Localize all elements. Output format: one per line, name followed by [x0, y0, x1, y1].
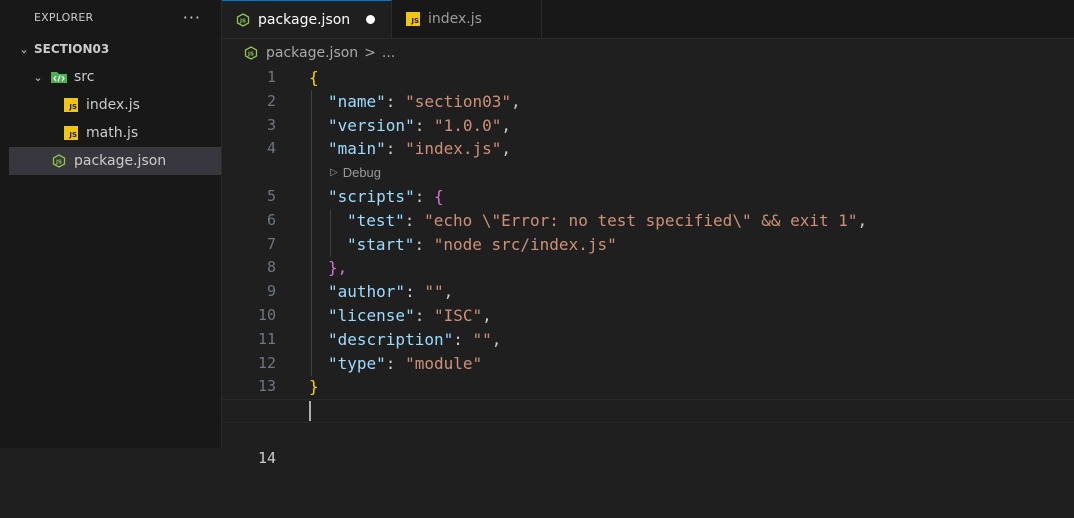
file-label: package.json	[74, 153, 167, 169]
tab-package-json[interactable]: JS package.json	[222, 0, 392, 38]
breadcrumb: JS package.json > ...	[222, 39, 1074, 67]
src-folder-label: src	[74, 69, 95, 85]
code-line: "version": "1.0.0",	[328, 115, 512, 135]
code-line: "author": "",	[328, 282, 454, 302]
breadcrumb-file[interactable]: package.json	[266, 45, 358, 61]
code-line: "main": "index.js",	[328, 139, 512, 159]
nodejs-file-icon: JS	[236, 12, 250, 27]
line-number: 7	[266, 234, 276, 253]
file-row-math-js[interactable]: JS math.js	[0, 119, 221, 147]
nodejs-file-icon: JS	[244, 46, 258, 60]
file-row-package-json[interactable]: JS package.json	[9, 147, 221, 175]
line-number: 4	[266, 139, 276, 158]
line-number: 2	[266, 91, 276, 110]
code-line: "test": "echo \"Error: no test specified…	[347, 210, 868, 230]
code-line: },	[328, 258, 348, 278]
chevron-down-icon: ⌄	[19, 42, 29, 56]
tab-index-js[interactable]: JS index.js	[392, 0, 542, 38]
editor-tab-bar: JS package.json JS index.js	[222, 0, 1074, 39]
section-folder-row[interactable]: ⌄ SECTION03	[0, 35, 221, 63]
source-folder-icon	[51, 72, 67, 83]
svg-text:JS: JS	[247, 52, 254, 58]
javascript-file-icon: JS	[406, 12, 420, 26]
code-line: "scripts": {	[328, 186, 444, 206]
line-number: 11	[257, 329, 276, 348]
line-number: 13	[257, 377, 276, 396]
code-line: "license": "ISC",	[328, 305, 492, 325]
play-icon: ▷	[330, 167, 338, 179]
file-label: math.js	[86, 125, 139, 141]
line-number: 9	[266, 282, 276, 301]
tab-label: package.json	[258, 11, 351, 28]
current-line: 14	[222, 399, 1074, 467]
line-number: 12	[257, 353, 276, 372]
line-number: 5	[266, 186, 276, 205]
codelens-label: Debug	[342, 165, 382, 181]
javascript-file-icon: JS	[64, 126, 78, 140]
debug-codelens[interactable]: ▷ Debug	[330, 161, 381, 185]
line-number: 14	[257, 448, 276, 467]
explorer-sidebar: EXPLORER ··· ⌄ SECTION03 ⌄ src JS index.…	[0, 0, 222, 448]
line-number: 6	[266, 210, 276, 229]
file-label: index.js	[86, 97, 140, 113]
code-line: }	[309, 377, 319, 397]
current-line-highlight	[222, 399, 1074, 423]
javascript-file-icon: JS	[64, 98, 78, 112]
svg-text:JS: JS	[239, 18, 246, 24]
svg-text:JS: JS	[55, 160, 62, 166]
line-number: 8	[266, 258, 276, 277]
line-number: 10	[257, 305, 276, 324]
line-number: 3	[266, 115, 276, 134]
text-cursor	[309, 401, 311, 422]
breadcrumb-symbols[interactable]: ...	[382, 45, 395, 61]
code-line: "start": "node src/index.js"	[347, 234, 617, 254]
section-title: SECTION03	[34, 42, 110, 56]
code-line: "name": "section03",	[328, 91, 521, 111]
code-line: {	[309, 68, 319, 87]
explorer-title: EXPLORER	[34, 11, 94, 24]
more-actions-icon[interactable]: ···	[183, 8, 201, 27]
src-folder-row[interactable]: ⌄ src	[0, 63, 221, 91]
tab-label: index.js	[428, 11, 482, 27]
unsaved-dot-icon[interactable]	[366, 15, 375, 24]
code-line: "description": "",	[328, 329, 502, 349]
code-editor[interactable]: 1 { 2 "name": "section03", 3 "version": "1.…	[222, 66, 1074, 467]
code-line: "type": "module"	[328, 353, 483, 373]
line-number: 1	[266, 68, 276, 86]
breadcrumb-separator: >	[364, 45, 376, 61]
explorer-header: EXPLORER ···	[0, 0, 221, 35]
chevron-down-icon: ⌄	[33, 70, 43, 84]
file-row-index-js[interactable]: JS index.js	[0, 91, 221, 119]
nodejs-file-icon: JS	[52, 154, 66, 168]
